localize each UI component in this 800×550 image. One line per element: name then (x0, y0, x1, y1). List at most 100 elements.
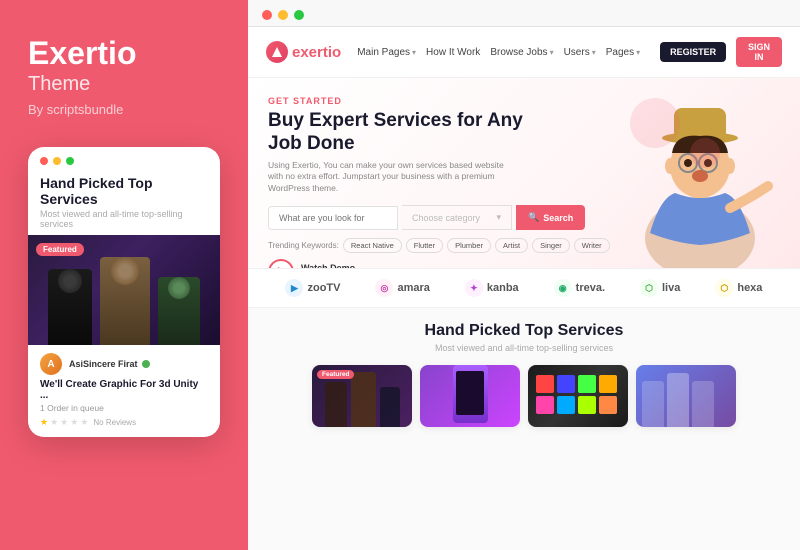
app-screen-1 (642, 381, 664, 427)
signin-button[interactable]: SIGN IN (736, 37, 782, 67)
liva-icon: ⬡ (640, 279, 658, 297)
star-3: ★ (60, 417, 68, 428)
tag-plumber[interactable]: Plumber (447, 238, 491, 253)
service-card-img-2 (420, 365, 520, 427)
service-card-1[interactable]: Featured (312, 365, 412, 427)
mobile-card: Hand Picked Top Services Most viewed and… (28, 147, 220, 437)
mobile-card-dots (28, 147, 220, 171)
star-5: ★ (80, 417, 88, 428)
logo-icon (266, 41, 288, 63)
tag-singer[interactable]: Singer (532, 238, 570, 253)
figure-alien (158, 277, 200, 345)
nav-main-pages[interactable]: Main Pages ▾ (357, 47, 416, 58)
hero-description: Using Exertio, You can make your own ser… (268, 160, 518, 196)
phone-mockup (453, 365, 488, 423)
register-button[interactable]: REGISTER (660, 42, 726, 62)
figure-mandalorian (100, 257, 150, 345)
category-dropdown[interactable]: Choose category ▾ (402, 205, 512, 230)
play-icon (278, 267, 286, 268)
right-panel: exertio Main Pages ▾ How It Work Browse … (248, 0, 800, 550)
zootv-icon: ▶ (285, 279, 303, 297)
blocks-group (528, 365, 628, 424)
service-card-2[interactable] (420, 365, 520, 427)
brand-subtitle: Theme (28, 73, 220, 96)
amara-icon: ◎ (375, 279, 393, 297)
mobile-card-heading: Hand Picked Top Services (28, 171, 220, 209)
search-button[interactable]: 🔍 Search (516, 205, 585, 230)
logo-amara: ◎ amara (375, 279, 429, 297)
site-hero: GET STARTED Buy Expert Services for Any … (248, 78, 800, 268)
nav-browse-jobs[interactable]: Browse Jobs ▾ (490, 47, 553, 58)
hero-blob (630, 98, 680, 148)
service-card-img-3 (528, 365, 628, 427)
dot-green (66, 157, 74, 165)
trending-label: Trending Keywords: (268, 241, 339, 250)
nav-users[interactable]: Users ▾ (564, 47, 596, 58)
service-card-img-1: Featured (312, 365, 412, 427)
brand-title: Exertio (28, 36, 220, 71)
logo-kanba: ✦ kanba (465, 279, 519, 297)
services-grid: Featured (268, 365, 780, 427)
website-content: exertio Main Pages ▾ How It Work Browse … (248, 27, 800, 550)
avatar: A (40, 353, 62, 375)
play-button[interactable] (268, 259, 294, 268)
star-4: ★ (70, 417, 78, 428)
user-name: AsiSincere Firat (69, 359, 138, 369)
orders-count: 1 Order in queue (28, 403, 220, 417)
app-screen-3 (692, 381, 714, 427)
service-card-3[interactable] (528, 365, 628, 427)
tag-writer[interactable]: Writer (574, 238, 610, 253)
logo-text: exertio (292, 44, 341, 61)
service-card-img-4 (636, 365, 736, 427)
nav-pages[interactable]: Pages ▾ (606, 47, 640, 58)
mobile-card-user: A AsiSincere Firat (28, 345, 220, 379)
featured-badge: Featured (36, 243, 84, 256)
app-screen-2 (667, 373, 689, 427)
featured-badge-1: Featured (317, 370, 354, 379)
site-nav: exertio Main Pages ▾ How It Work Browse … (248, 27, 800, 78)
site-logo: exertio (266, 41, 341, 63)
hero-blob2 (690, 138, 720, 168)
watch-demo-text: Watch Demo Get Started in minutes (301, 263, 376, 268)
logo-zootv: ▶ zooTV (285, 279, 340, 297)
browser-chrome (248, 0, 800, 27)
star-1: ★ (40, 417, 48, 428)
browser-dot-red[interactable] (262, 10, 272, 20)
section-title: Hand Picked Top Services (268, 322, 780, 340)
service-card-4[interactable] (636, 365, 736, 427)
nav-how-it-work[interactable]: How It Work (426, 47, 480, 58)
search-icon: 🔍 (528, 212, 539, 223)
mobile-card-image: Featured (28, 235, 220, 345)
logos-strip: ▶ zooTV ◎ amara ✦ kanba ◉ treva. ⬡ liva … (248, 268, 800, 308)
hero-person (620, 78, 780, 268)
app-screens (636, 365, 736, 427)
logo-liva: ⬡ liva (640, 279, 680, 297)
logo-treva: ◉ treva. (554, 279, 605, 297)
browser-dot-green[interactable] (294, 10, 304, 20)
user-name-row: AsiSincere Firat (69, 359, 150, 369)
hexa-icon: ⬡ (715, 279, 733, 297)
service-title: We'll Create Graphic For 3d Unity ... (28, 379, 220, 403)
verified-icon (142, 360, 150, 368)
left-panel: Exertio Theme By scriptsbundle Hand Pick… (0, 0, 248, 550)
rating-stars: ★ ★ ★ ★ ★ No Reviews (28, 417, 220, 436)
search-input[interactable] (268, 206, 398, 230)
tag-flutter[interactable]: Flutter (406, 238, 443, 253)
treva-icon: ◉ (554, 279, 572, 297)
mobile-card-subheading: Most viewed and all-time top-selling ser… (28, 209, 220, 235)
bottom-section: Hand Picked Top Services Most viewed and… (248, 308, 800, 550)
tag-artist[interactable]: Artist (495, 238, 528, 253)
kanba-icon: ✦ (465, 279, 483, 297)
phone-screen (456, 371, 484, 415)
dot-yellow (53, 157, 61, 165)
logo-hexa: ⬡ hexa (715, 279, 762, 297)
reviews-text: No Reviews (93, 418, 136, 427)
figure-dark (48, 269, 92, 345)
hero-title: Buy Expert Services for Any Job Done (268, 110, 528, 156)
tag-react-native[interactable]: React Native (343, 238, 402, 253)
browser-dot-yellow[interactable] (278, 10, 288, 20)
logo-icon-inner (272, 47, 282, 57)
dot-red (40, 157, 48, 165)
star-2: ★ (50, 417, 58, 428)
brand-by: By scriptsbundle (28, 102, 220, 117)
